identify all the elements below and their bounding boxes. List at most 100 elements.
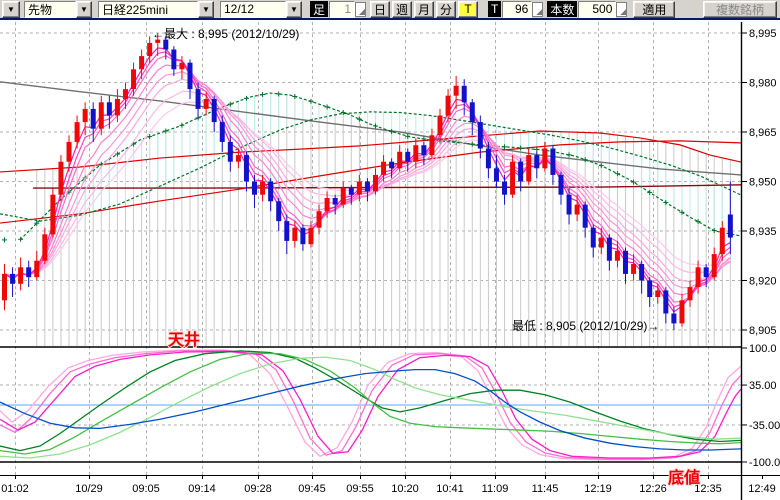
spinner-icon[interactable]: ◢: [355, 2, 366, 17]
candle-up: [575, 205, 580, 215]
toolbar: ▼ 先物 ▼ 日経225mini ▼ 12/12 ▼ 足 1 ◢ 日 週 月 分…: [0, 0, 780, 20]
candle-up: [357, 182, 362, 195]
market-dropdown[interactable]: 先物 ▼: [24, 1, 92, 18]
time-tick-label: 12:49: [748, 483, 776, 495]
candle-up: [131, 69, 136, 89]
time-tick-label: 10/29: [75, 483, 103, 495]
candle-up: [446, 96, 451, 116]
candle-up: [542, 149, 547, 169]
oscillator-axis-labels: 100.035.00-35.00-100.0: [741, 343, 780, 469]
min-price-annotation: 最低 : 8,905 (2012/10/29)→: [512, 319, 659, 333]
candle-down: [26, 267, 31, 277]
candle-up: [413, 145, 418, 162]
chevron-down-icon[interactable]: ▼: [76, 1, 92, 18]
candle-down: [220, 122, 225, 142]
candle-down: [567, 195, 572, 215]
candle-down: [647, 281, 652, 298]
symbol-value: 日経225mini: [98, 1, 198, 18]
candle-up: [720, 228, 725, 254]
candle-up: [454, 86, 459, 96]
time-tick-label: 11:45: [532, 483, 559, 495]
price-tick-label: 8,995: [749, 28, 777, 40]
symbol-dropdown[interactable]: 日経225mini ▼: [98, 1, 214, 18]
spinner-icon[interactable]: ◢: [532, 2, 543, 17]
price-tick-label: 8,905: [749, 325, 777, 337]
candle-up: [260, 182, 265, 195]
chevron-down-icon: ▼: [3, 5, 19, 14]
candle-up: [2, 274, 7, 300]
candle-up: [75, 122, 80, 142]
candle-down: [389, 162, 394, 169]
price-chart-area[interactable]: 8,9958,9808,9658,9508,9358,9208,905100.0…: [0, 0, 780, 500]
time-tick-label: 10:41: [436, 483, 464, 495]
price-tick-label: 8,980: [749, 78, 777, 90]
oscillator-tick-label: -100.0: [749, 457, 780, 469]
bar-type-label: 足: [310, 1, 328, 17]
collapsed-dropdown-button[interactable]: ▼: [2, 1, 20, 18]
candle-up: [438, 116, 443, 136]
period-week-button[interactable]: 週: [392, 1, 412, 18]
tick-count-input[interactable]: 96: [502, 1, 532, 18]
candle-down: [10, 274, 15, 284]
candle-down: [534, 155, 539, 168]
time-tick-label: 11:09: [482, 483, 509, 495]
candle-down: [365, 182, 370, 192]
candle-down: [623, 251, 628, 274]
candle-up: [236, 155, 241, 162]
candle-down: [486, 149, 491, 169]
candle-up: [147, 43, 152, 56]
bar-interval-input[interactable]: 1: [329, 1, 355, 18]
period-month-button[interactable]: 月: [414, 1, 434, 18]
candle-down: [284, 221, 289, 241]
candle-down: [300, 228, 305, 245]
candle-down: [583, 205, 588, 228]
time-tick-label: 09:28: [244, 483, 272, 495]
candle-up: [99, 102, 104, 128]
candle-down: [171, 50, 176, 70]
candle-up: [325, 198, 330, 211]
time-axis-labels: 01:0210/2909:0509:1409:2809:4509:5510:20…: [1, 475, 776, 495]
candle-down: [349, 188, 354, 195]
bottom-signal-label: 底値: [668, 468, 700, 487]
period-day-button[interactable]: 日: [370, 1, 390, 18]
candle-up: [688, 287, 693, 300]
price-tick-label: 8,950: [749, 177, 777, 189]
multi-symbol-button[interactable]: 複数銘柄: [703, 1, 777, 18]
candle-down: [333, 198, 338, 205]
candle-up: [83, 109, 88, 122]
gray-ma-line: [0, 82, 741, 175]
apply-button[interactable]: 適用: [633, 1, 675, 18]
candle-up: [18, 267, 23, 284]
candle-up: [599, 238, 604, 248]
oscillator-tick-label: 35.00: [749, 380, 777, 392]
candle-down: [550, 149, 555, 175]
period-minute-button[interactable]: 分: [436, 1, 456, 18]
bar-count-input[interactable]: 500: [578, 1, 616, 18]
candle-down: [421, 145, 426, 155]
spinner-icon[interactable]: ◢: [616, 2, 627, 17]
candle-down: [268, 182, 273, 202]
candle-up: [526, 155, 531, 181]
candle-down: [494, 168, 499, 181]
candle-down: [276, 201, 281, 221]
candle-up: [50, 195, 55, 235]
candle-down: [704, 267, 709, 277]
candle-down: [728, 215, 733, 238]
candle-up: [397, 152, 402, 169]
candle-up: [373, 175, 378, 192]
time-tick-label: 09:14: [188, 483, 216, 495]
chevron-down-icon[interactable]: ▼: [198, 1, 214, 18]
period-tick-button[interactable]: T: [458, 1, 478, 18]
candle-up: [655, 290, 660, 297]
candle-up: [615, 251, 620, 261]
chevron-down-icon[interactable]: ▼: [286, 1, 302, 18]
candle-up: [139, 56, 144, 69]
contract-month-dropdown[interactable]: 12/12 ▼: [220, 1, 302, 18]
candle-up: [179, 63, 184, 70]
candle-down: [163, 40, 168, 50]
candle-down: [212, 99, 217, 122]
price-tick-label: 8,920: [749, 276, 777, 288]
oscillator-tick-label: -35.00: [749, 420, 780, 432]
red-slow-ma-line: [0, 141, 741, 223]
candle-down: [478, 122, 483, 148]
